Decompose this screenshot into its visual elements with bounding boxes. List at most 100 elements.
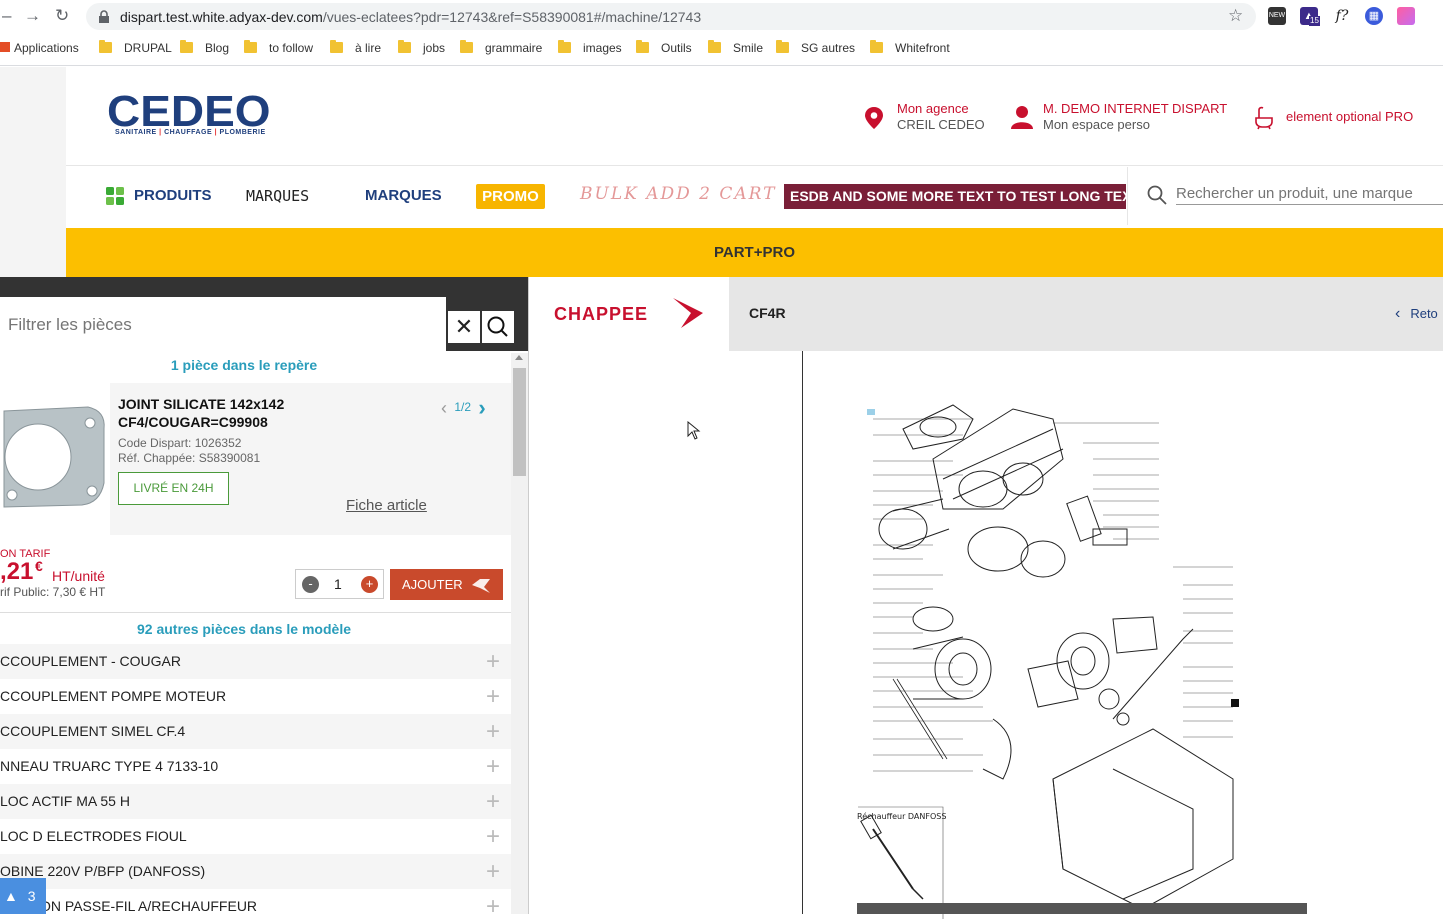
list-item[interactable]: CCOUPLEMENT SIMEL CF.4 + (0, 714, 511, 749)
filter-parts-input[interactable] (0, 297, 446, 353)
address-bar[interactable]: dispart.test.white.adyax-dev.com/vues-ec… (86, 3, 1256, 30)
bookmark-whitefront[interactable]: Whitefront (870, 40, 950, 56)
chevron-right-icon[interactable]: › (478, 395, 485, 420)
expand-plus-icon[interactable]: + (486, 854, 500, 889)
parts-panel: ✕ 1 pièce dans le repère JOINT SILICATE … (0, 277, 529, 914)
forward-icon[interactable]: → (24, 6, 41, 26)
part-label: CCOUPLEMENT SIMEL CF.4 (0, 723, 186, 739)
bookmark-jobs[interactable]: jobs (398, 40, 445, 56)
part-label: LOC D ELECTRODES FIOUL (0, 828, 187, 844)
filter-search-button[interactable] (482, 311, 514, 343)
header-search (1127, 167, 1443, 225)
nav-bulk-add-to-cart[interactable]: BULK ADD 2 CART (580, 184, 777, 204)
extension-mortarboard-icon[interactable]: ▲15 (1300, 7, 1320, 26)
bookmark-smile[interactable]: Smile (708, 40, 763, 56)
bookmark-to-follow[interactable]: to follow (244, 40, 313, 56)
chevron-left-icon[interactable]: ‹ (441, 398, 447, 418)
decrease-qty-button[interactable]: - (302, 576, 319, 593)
exploded-diagram[interactable]: Réchauffeur DANFOSS (853, 399, 1253, 919)
nav-produits[interactable]: PRODUITS (134, 187, 212, 204)
list-item[interactable]: OBINE 220V P/BFP (DANFOSS) + (0, 854, 511, 889)
bookmark-images[interactable]: images (558, 40, 622, 56)
filter-bar: ✕ (0, 277, 528, 353)
list-item[interactable]: LOC ACTIF MA 55 H + (0, 784, 511, 819)
product-name[interactable]: JOINT SILICATE 142x142 CF4/COUGAR=C99908 (118, 395, 284, 431)
product-search-input[interactable] (1176, 183, 1443, 205)
expand-plus-icon[interactable]: + (486, 714, 500, 749)
other-parts-count: 92 autres pièces dans le modèle (137, 621, 351, 637)
expand-plus-icon[interactable]: + (486, 784, 500, 819)
bookmark-drupal[interactable]: DRUPAL (99, 40, 172, 56)
part-label: NNEAU TRUARC TYPE 4 7133-10 (0, 758, 219, 774)
user-space-link[interactable]: Mon espace perso (1043, 117, 1150, 132)
list-item[interactable]: ON PASSE-FIL A/RECHAUFFEUR + (0, 889, 511, 914)
search-icon[interactable] (1147, 185, 1167, 205)
nav-promo[interactable]: PROMO (476, 184, 545, 209)
price-area: ON TARIF ,21 € HT/unité rif Public: 7,30… (0, 535, 511, 613)
nav-marques-alt[interactable]: MARQUES (246, 187, 309, 205)
add-to-cart-button[interactable]: AJOUTER (390, 569, 503, 600)
reload-icon[interactable]: ↻ (55, 6, 69, 26)
expand-plus-icon[interactable]: + (486, 679, 500, 714)
clear-filter-icon[interactable]: ✕ (448, 311, 480, 343)
gasket-image (3, 406, 105, 508)
add-to-cart-label: AJOUTER (402, 577, 463, 592)
bookmark-sg-autres[interactable]: SG autres (776, 40, 855, 56)
pager-text: 1/2 (454, 400, 472, 414)
part-label: CCOUPLEMENT - COUGAR (0, 653, 181, 669)
nav-esdb-long-text[interactable]: ESDB AND SOME MORE TEXT TO TEST LONG TEX… (784, 184, 1126, 209)
extension-circle-icon[interactable]: ▦ (1365, 7, 1383, 25)
extension-new-icon[interactable]: NEW (1268, 7, 1286, 25)
list-item[interactable]: CCOUPLEMENT POMPE MOTEUR + (0, 679, 511, 714)
agency-label[interactable]: Mon agence (897, 101, 969, 116)
diagram-toolbar[interactable] (857, 903, 1307, 914)
quantity-value[interactable]: 1 (334, 576, 342, 592)
notification-badge[interactable]: ▲ 3 (0, 878, 46, 914)
list-item[interactable]: LOC D ELECTRODES FIOUL + (0, 819, 511, 854)
agency-name[interactable]: CREIL CEDEO (897, 117, 985, 132)
cart-icon (472, 579, 490, 593)
piece-count-text: 1 pièce dans le repère (170, 357, 318, 373)
exploded-view-area[interactable]: Réchauffeur DANFOSS (529, 351, 1443, 919)
url-path: /vues-eclatees?pdr=12743&ref=S58390081#/… (322, 9, 702, 25)
cedeo-logo-tagline: SANITAIRE | CHAUFFAGE | PLOMBERIE (115, 129, 266, 136)
scroll-up-arrow-icon[interactable] (515, 355, 523, 360)
user-name[interactable]: M. DEMO INTERNET DISPART (1043, 101, 1227, 116)
diagram-divider (802, 351, 803, 914)
expand-plus-icon[interactable]: + (486, 749, 500, 784)
nav-divider (66, 165, 1443, 166)
extension-font-icon[interactable]: f? (1333, 7, 1351, 25)
expand-plus-icon[interactable]: + (486, 644, 500, 679)
list-item[interactable]: NNEAU TRUARC TYPE 4 7133-10 + (0, 749, 511, 784)
bookmark-outils[interactable]: Outils (636, 40, 692, 56)
part-pro-banner: PART+PRO (66, 228, 1443, 277)
extension-gradient-icon[interactable] (1397, 7, 1415, 25)
heater-caption: Réchauffeur DANFOSS (857, 811, 946, 821)
pro-element-link[interactable]: element optional PRO (1286, 109, 1413, 124)
product-sheet-link[interactable]: Fiche article (346, 497, 427, 514)
lock-icon (99, 10, 109, 23)
cedeo-logo[interactable]: CEDEO (107, 89, 271, 133)
increase-qty-button[interactable]: + (361, 576, 378, 593)
product-image[interactable] (0, 383, 110, 535)
browser-chrome: ‒ → ↻ dispart.test.white.adyax-dev.com/v… (0, 0, 1443, 66)
nav-marques[interactable]: MARQUES (365, 187, 442, 204)
bookmark-star-icon[interactable]: ☆ (1228, 6, 1243, 26)
bookmark-blog[interactable]: Blog (180, 40, 229, 56)
chappee-arrow-icon (673, 298, 703, 328)
mouse-cursor-icon (687, 421, 701, 440)
list-item[interactable]: CCOUPLEMENT - COUGAR + (0, 644, 511, 679)
expand-plus-icon[interactable]: + (486, 819, 500, 854)
expand-plus-icon[interactable]: + (486, 889, 500, 914)
scrollbar-thumb[interactable] (513, 368, 526, 476)
product-card: JOINT SILICATE 142x142 CF4/COUGAR=C99908 … (0, 383, 511, 535)
location-pin-icon (865, 107, 883, 129)
part-label: OBINE 220V P/BFP (DANFOSS) (0, 863, 206, 879)
badge-count: 3 (27, 888, 36, 904)
chevron-left-icon: ‹ (1395, 305, 1401, 322)
bookmark-applications[interactable]: Applications (0, 40, 79, 56)
bookmark-grammaire[interactable]: grammaire (460, 40, 542, 56)
back-link[interactable]: ‹ Reto (1395, 305, 1438, 323)
back-icon[interactable]: ‒ (2, 6, 11, 26)
bookmark-a-lire[interactable]: à lire (330, 40, 381, 56)
